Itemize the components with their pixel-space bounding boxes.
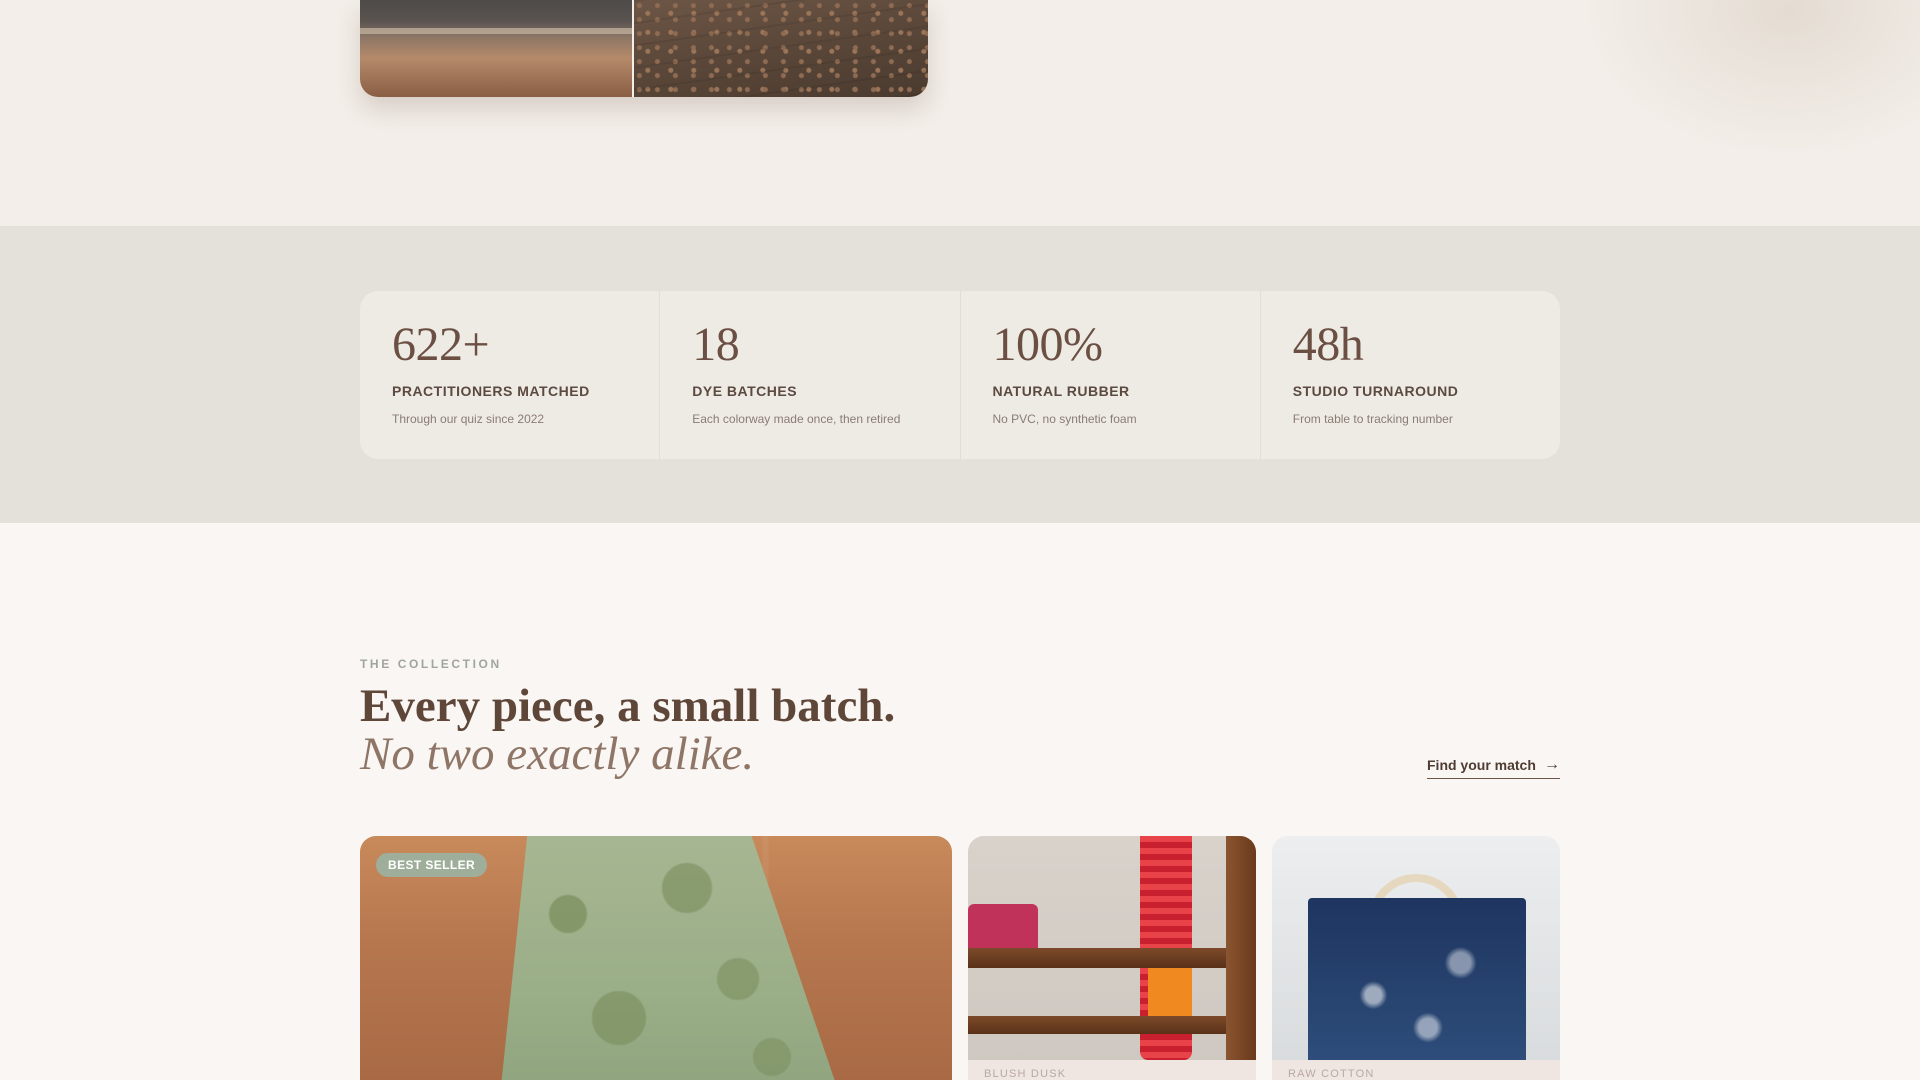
stat-value: 18 — [692, 318, 740, 371]
hero-section — [0, 0, 1920, 226]
stat-turnaround: 48h STUDIO TURNAROUND From table to trac… — [1261, 291, 1560, 459]
find-your-match-link[interactable]: Find your match → — [1427, 757, 1560, 779]
product-card-raw-cotton[interactable]: RAW COTTON — [1272, 836, 1560, 1080]
shelf-board — [968, 948, 1256, 968]
stat-value: 48h — [1292, 318, 1364, 371]
hero-photo-mat-floor — [360, 0, 632, 97]
stat-label: DYE BATCHES — [692, 383, 798, 399]
stat-description: Each colorway made once, then retired — [692, 412, 901, 426]
shelf-board — [968, 1016, 1256, 1034]
collection-headline: Every piece, a small batch. — [360, 680, 896, 732]
best-seller-badge: BEST SELLER — [376, 853, 488, 877]
product-label: RAW COTTON — [1288, 1068, 1375, 1080]
tote-bag — [1308, 898, 1526, 1060]
stat-label: PRACTITIONERS MATCHED — [392, 383, 590, 399]
pink-block — [968, 904, 1038, 948]
product-image-shelf — [968, 836, 1256, 1060]
hero-photo-wood-floor — [634, 0, 928, 97]
product-card-featured-mat[interactable]: BEST SELLER — [360, 836, 952, 1080]
stat-description: From table to tracking number — [1292, 412, 1453, 426]
stat-label: NATURAL RUBBER — [992, 383, 1130, 399]
stat-practitioners: 622+ PRACTITIONERS MATCHED Through our q… — [360, 291, 661, 459]
stats-band: 622+ PRACTITIONERS MATCHED Through our q… — [0, 226, 1920, 523]
hero-image-strip — [360, 0, 928, 97]
orange-block — [1148, 968, 1192, 1016]
product-image-tote — [1272, 836, 1560, 1060]
stats-card: 622+ PRACTITIONERS MATCHED Through our q… — [360, 291, 1560, 459]
collection-eyebrow: THE COLLECTION — [360, 657, 502, 671]
stat-description: Through our quiz since 2022 — [392, 412, 545, 426]
stat-label: STUDIO TURNAROUND — [1292, 383, 1459, 399]
stat-value: 100% — [992, 318, 1103, 371]
find-your-match-label: Find your match — [1427, 757, 1536, 773]
product-card-blush-dusk[interactable]: BLUSH DUSK — [968, 836, 1256, 1080]
arrow-right-icon: → — [1544, 756, 1560, 773]
stat-value: 622+ — [392, 318, 490, 371]
collection-subheadline: No two exactly alike. — [360, 728, 755, 780]
stat-dye-batches: 18 DYE BATCHES Each colorway made once, … — [660, 291, 961, 459]
shelf-post — [1226, 836, 1256, 1060]
hero-glow — [1580, 0, 1920, 160]
product-label: BLUSH DUSK — [984, 1068, 1067, 1080]
stat-natural-rubber: 100% NATURAL RUBBER No PVC, no synthetic… — [961, 291, 1261, 459]
stat-description: No PVC, no synthetic foam — [992, 412, 1137, 426]
